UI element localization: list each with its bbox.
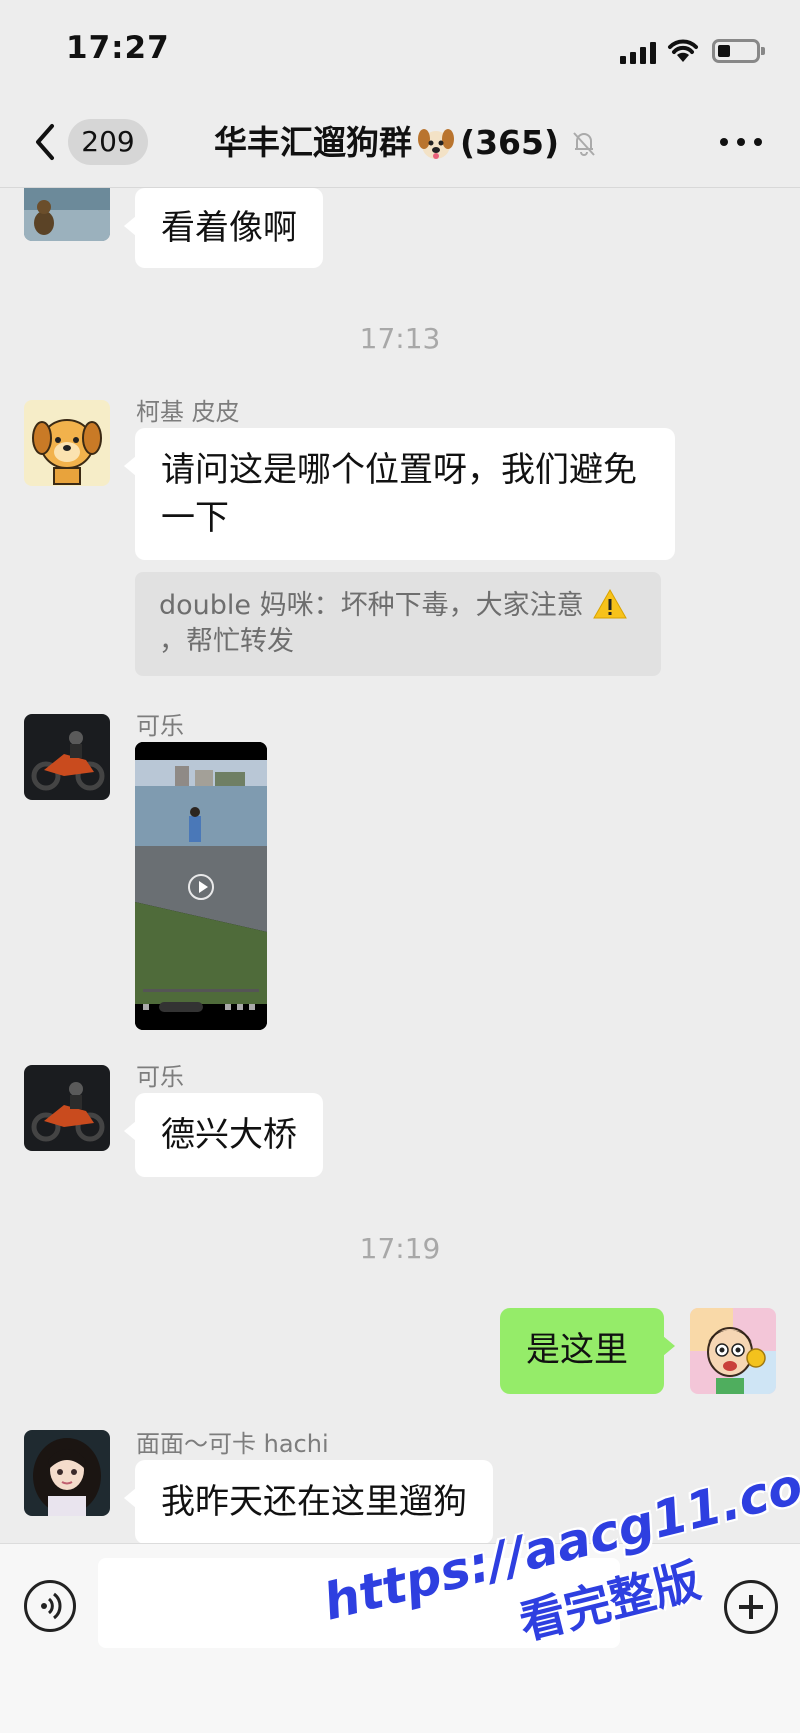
muted-bell-icon <box>573 132 595 156</box>
message-bubble-self[interactable]: 是这里 <box>500 1308 675 1394</box>
quote-text: double 妈咪：坏种下毒，大家注意 <box>159 590 584 621</box>
motorcycle-avatar <box>24 1065 110 1151</box>
cartoon-boy-avatar <box>690 1308 776 1394</box>
message-text: 看着像啊 <box>161 208 297 248</box>
more-options-icon[interactable] <box>720 136 762 148</box>
timestamp: 17:13 <box>359 322 441 355</box>
message-bubble[interactable]: 请问这是哪个位置呀，我们避免一下 <box>124 428 675 560</box>
header-divider <box>0 187 800 188</box>
quote-text-end: ，帮忙转发 <box>159 626 294 657</box>
avatar[interactable] <box>24 400 110 486</box>
message-bubble[interactable]: 看着像啊 <box>124 188 323 268</box>
chat-header: 209 华丰汇遛狗群 (365) <box>0 100 800 188</box>
timestamp: 17:19 <box>359 1232 441 1265</box>
chat-title[interactable]: 华丰汇遛狗群 (365) <box>214 120 599 166</box>
status-bar: 17:27 <box>0 0 800 100</box>
avatar[interactable] <box>690 1308 776 1394</box>
avatar[interactable] <box>24 714 110 800</box>
wifi-icon <box>668 39 698 62</box>
sender-name: 柯基 皮皮 <box>136 398 240 426</box>
avatar[interactable] <box>24 1430 110 1516</box>
message-bubble[interactable]: 德兴大桥 <box>124 1093 323 1177</box>
input-bar <box>0 1543 800 1733</box>
sender-name: 面面～可卡 hachi <box>136 1430 329 1458</box>
cellular-signal-icon <box>620 42 656 64</box>
message-text: 德兴大桥 <box>161 1115 297 1155</box>
status-time: 17:27 <box>66 30 170 66</box>
message-text: 请问这是哪个位置呀，我们避免一下 <box>161 450 637 538</box>
video-message[interactable] <box>135 742 267 1030</box>
group-name: 华丰汇遛狗群 <box>214 123 412 162</box>
message-bubble[interactable]: 我昨天还在这里遛狗 <box>124 1460 493 1544</box>
add-attachment-icon[interactable] <box>724 1580 778 1634</box>
quoted-message[interactable]: double 妈咪：坏种下毒，大家注意 ，帮忙转发 <box>135 572 661 676</box>
play-icon[interactable] <box>188 874 214 900</box>
back-arrow-icon[interactable] <box>30 120 60 164</box>
unread-count-badge[interactable]: 209 <box>68 119 148 165</box>
message-input[interactable] <box>98 1558 620 1648</box>
avatar[interactable] <box>24 1065 110 1151</box>
motorcycle-avatar <box>24 714 110 800</box>
battery-icon <box>712 39 765 63</box>
message-text: 我昨天还在这里遛狗 <box>161 1482 467 1522</box>
warning-icon <box>593 588 628 619</box>
member-count: (365) <box>460 123 560 162</box>
sender-name: 可乐 <box>136 1063 184 1091</box>
voice-input-icon[interactable] <box>24 1580 76 1632</box>
sender-name: 可乐 <box>136 712 184 740</box>
message-text: 是这里 <box>526 1330 628 1370</box>
cartoon-dog-avatar <box>24 400 110 486</box>
dog-face-icon <box>418 129 454 159</box>
anime-girl-avatar <box>24 1430 110 1516</box>
